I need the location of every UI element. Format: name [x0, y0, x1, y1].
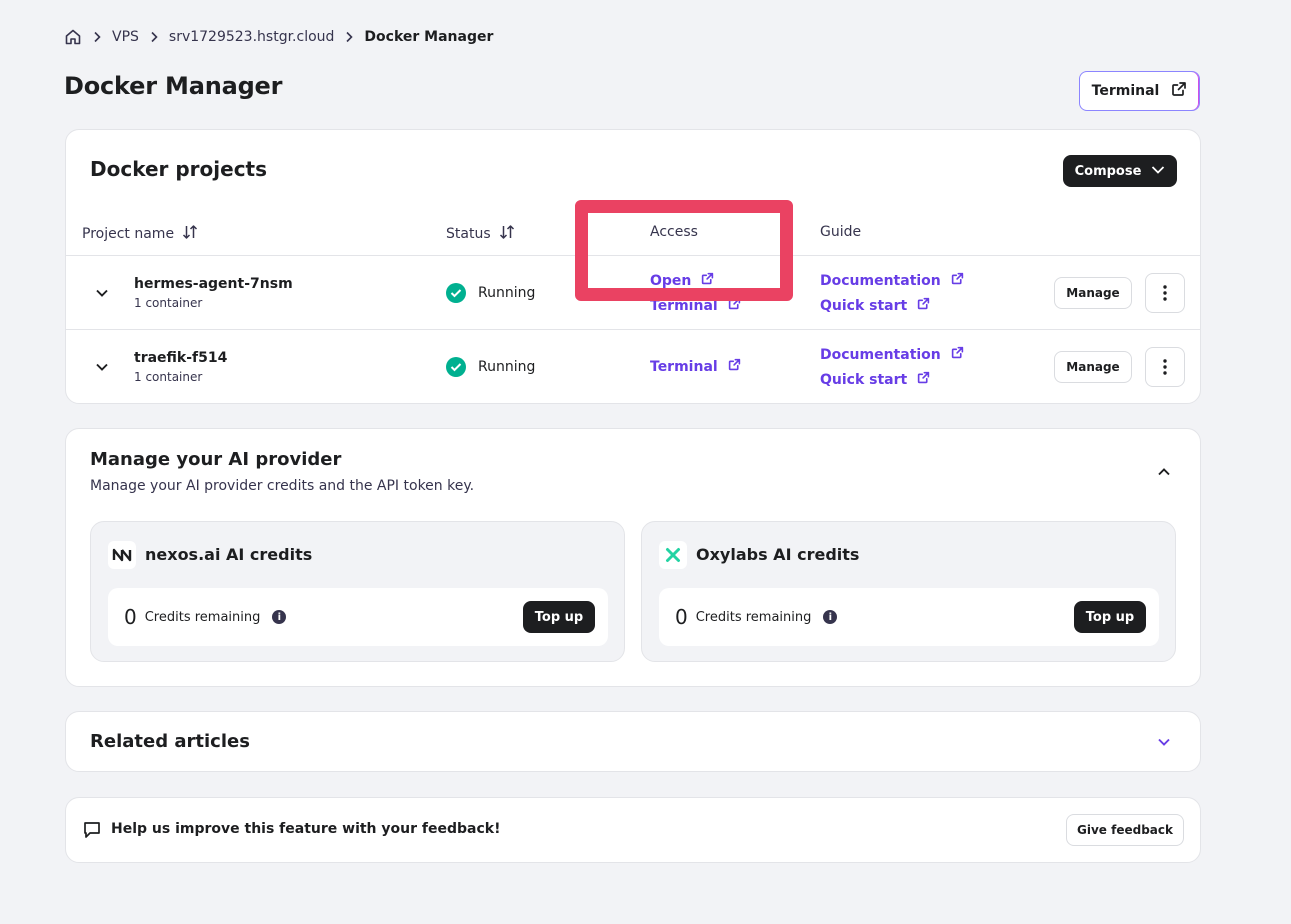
check-circle-icon — [446, 283, 466, 303]
check-circle-icon — [446, 357, 466, 377]
related-articles-card[interactable]: Related articles — [65, 711, 1201, 772]
breadcrumb-server[interactable]: srv1729523.hstgr.cloud — [169, 29, 335, 45]
external-link-icon — [1171, 81, 1187, 101]
chevron-down-icon — [1151, 164, 1165, 179]
terminal-link-label: Terminal — [650, 297, 718, 314]
documentation-link-label: Documentation — [820, 346, 941, 363]
container-count: 1 container — [134, 370, 203, 384]
external-link-icon — [728, 297, 741, 314]
credit-title: Oxylabs AI credits — [696, 545, 860, 564]
compose-label: Compose — [1074, 163, 1142, 179]
table-row: traefik-f514 1 container Running Termina… — [66, 330, 1200, 403]
chat-bubble-icon — [82, 820, 102, 844]
external-link-icon — [917, 371, 930, 388]
sort-icon — [182, 224, 198, 244]
column-status[interactable]: Status — [446, 224, 515, 244]
compose-button[interactable]: Compose — [1063, 155, 1177, 187]
home-icon[interactable] — [64, 28, 82, 46]
ai-provider-title: Manage your AI provider — [90, 449, 342, 470]
breadcrumb-current: Docker Manager — [364, 29, 494, 45]
external-link-icon — [701, 272, 714, 289]
expand-row-chevron-icon[interactable] — [90, 281, 114, 305]
chevron-up-icon[interactable] — [1152, 460, 1176, 484]
docker-projects-title: Docker projects — [90, 157, 268, 181]
related-articles-title: Related articles — [90, 731, 250, 752]
terminal-button[interactable]: Terminal — [1079, 71, 1200, 111]
column-guide: Guide — [820, 224, 862, 240]
credit-title: nexos.ai AI credits — [145, 545, 313, 564]
table-row: hermes-agent-7nsm 1 container Running Op… — [66, 256, 1200, 329]
credits-label: Credits remaining — [144, 609, 261, 625]
documentation-link[interactable]: Documentation — [820, 346, 964, 363]
page-title: Docker Manager — [64, 72, 283, 100]
give-feedback-button[interactable]: Give feedback — [1066, 814, 1184, 846]
breadcrumb: VPS srv1729523.hstgr.cloud Docker Manage… — [64, 26, 493, 48]
credits-value: 0 — [124, 605, 137, 629]
breadcrumb-vps[interactable]: VPS — [112, 29, 139, 45]
chevron-right-icon — [92, 31, 102, 43]
external-link-icon — [951, 272, 964, 289]
terminal-link-label: Terminal — [650, 358, 718, 375]
external-link-icon — [951, 346, 964, 363]
quick-start-link-label: Quick start — [820, 371, 908, 388]
manage-button[interactable]: Manage — [1054, 277, 1132, 309]
status-badge: Running — [446, 283, 535, 303]
quick-start-link[interactable]: Quick start — [820, 297, 930, 314]
credits-row: 0 Credits remaining i Top up — [108, 588, 608, 646]
more-options-icon[interactable] — [1145, 273, 1185, 313]
column-status-label: Status — [446, 226, 491, 242]
manage-button[interactable]: Manage — [1054, 351, 1132, 383]
info-icon[interactable]: i — [823, 610, 838, 624]
open-link[interactable]: Open — [650, 272, 714, 289]
credits-value: 0 — [675, 605, 688, 629]
chevron-down-icon[interactable] — [1152, 730, 1176, 754]
feedback-card: Help us improve this feature with your f… — [65, 797, 1201, 863]
chevron-right-icon — [344, 31, 354, 43]
terminal-button-label: Terminal — [1091, 83, 1160, 99]
expand-row-chevron-icon[interactable] — [90, 355, 114, 379]
container-count: 1 container — [134, 296, 203, 310]
oxylabs-logo-icon — [659, 541, 687, 569]
quick-start-link[interactable]: Quick start — [820, 371, 930, 388]
documentation-link-label: Documentation — [820, 272, 941, 289]
column-access: Access — [650, 224, 698, 240]
oxylabs-credits-panel: Oxylabs AI credits 0 Credits remaining i… — [641, 521, 1176, 662]
credits-label: Credits remaining — [695, 609, 812, 625]
terminal-link[interactable]: Terminal — [650, 358, 741, 375]
feedback-text: Help us improve this feature with your f… — [111, 821, 501, 837]
ai-provider-subtitle: Manage your AI provider credits and the … — [90, 478, 475, 494]
terminal-link[interactable]: Terminal — [650, 297, 741, 314]
top-up-button[interactable]: Top up — [1074, 601, 1146, 633]
status-badge: Running — [446, 357, 535, 377]
ai-provider-card: Manage your AI provider Manage your AI p… — [65, 428, 1201, 687]
credits-row: 0 Credits remaining i Top up — [659, 588, 1159, 646]
status-text: Running — [478, 285, 536, 301]
top-up-button[interactable]: Top up — [523, 601, 595, 633]
sort-icon — [499, 224, 515, 244]
column-project-name-label: Project name — [82, 226, 175, 242]
nexos-credits-panel: nexos.ai AI credits 0 Credits remaining … — [90, 521, 625, 662]
docker-projects-card: Docker projects Compose Project name Sta… — [65, 129, 1201, 404]
status-text: Running — [478, 359, 536, 375]
project-name[interactable]: traefik-f514 — [134, 350, 227, 366]
open-link-label: Open — [650, 272, 692, 289]
external-link-icon — [728, 358, 741, 375]
chevron-right-icon — [149, 31, 159, 43]
info-icon[interactable]: i — [272, 610, 287, 624]
project-name[interactable]: hermes-agent-7nsm — [134, 276, 293, 292]
external-link-icon — [917, 297, 930, 314]
nexos-logo-icon — [108, 541, 136, 569]
more-options-icon[interactable] — [1145, 347, 1185, 387]
documentation-link[interactable]: Documentation — [820, 272, 964, 289]
column-project-name[interactable]: Project name — [82, 224, 198, 244]
quick-start-link-label: Quick start — [820, 297, 908, 314]
